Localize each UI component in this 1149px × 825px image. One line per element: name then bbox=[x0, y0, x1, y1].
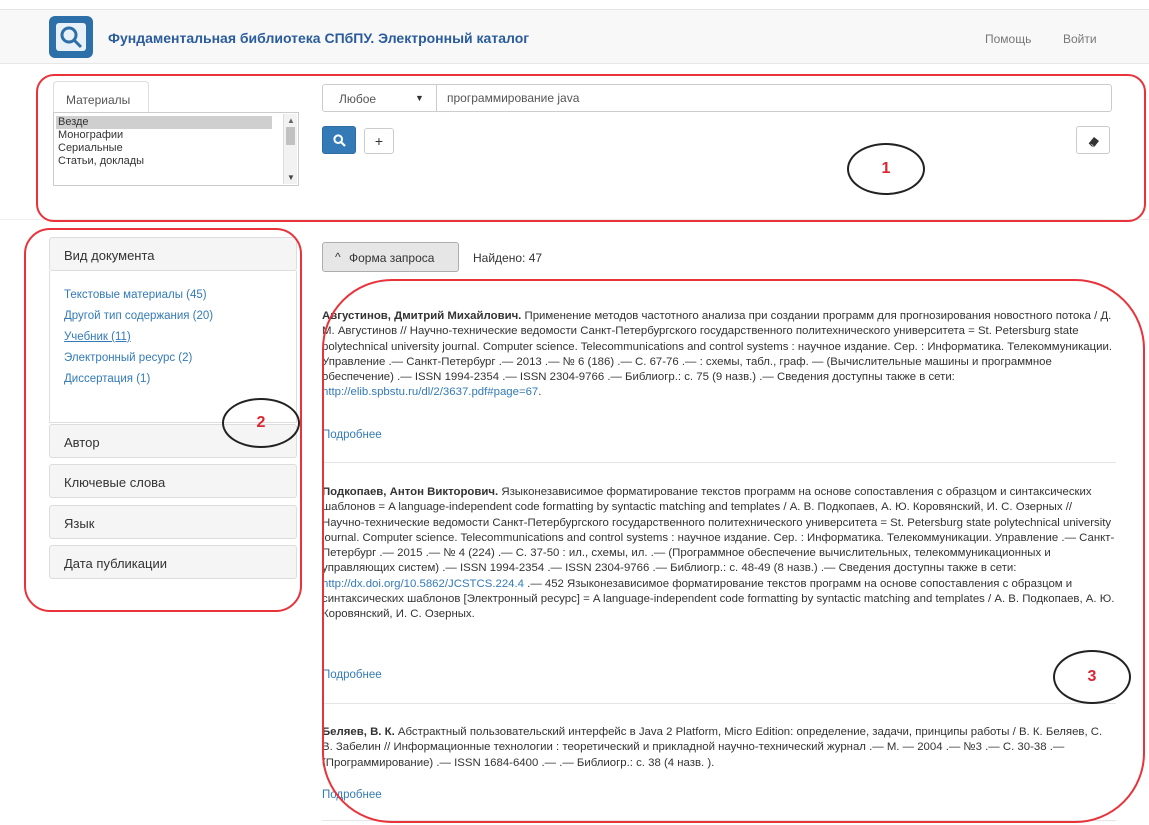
help-link[interactable]: Помощь bbox=[985, 32, 1031, 46]
results-count: Найдено: 47 bbox=[473, 251, 543, 265]
top-strip bbox=[0, 0, 1149, 10]
annotation-box-search bbox=[36, 74, 1146, 222]
query-form-button[interactable]: ^ Форма запроса bbox=[322, 242, 459, 272]
login-link[interactable]: Войти bbox=[1063, 32, 1097, 46]
annotation-label-1: 1 bbox=[847, 143, 925, 195]
query-form-label: Форма запроса bbox=[349, 251, 435, 265]
annotation-box-results bbox=[322, 279, 1145, 823]
chevron-up-icon: ^ bbox=[335, 250, 341, 264]
navbar: Фундаментальная библиотека СПбПУ. Электр… bbox=[0, 10, 1149, 64]
annotation-label-2: 2 bbox=[222, 398, 300, 448]
library-logo-icon[interactable] bbox=[49, 16, 93, 58]
annotation-label-3: 3 bbox=[1053, 650, 1131, 704]
brand-title[interactable]: Фундаментальная библиотека СПбПУ. Электр… bbox=[108, 30, 529, 46]
